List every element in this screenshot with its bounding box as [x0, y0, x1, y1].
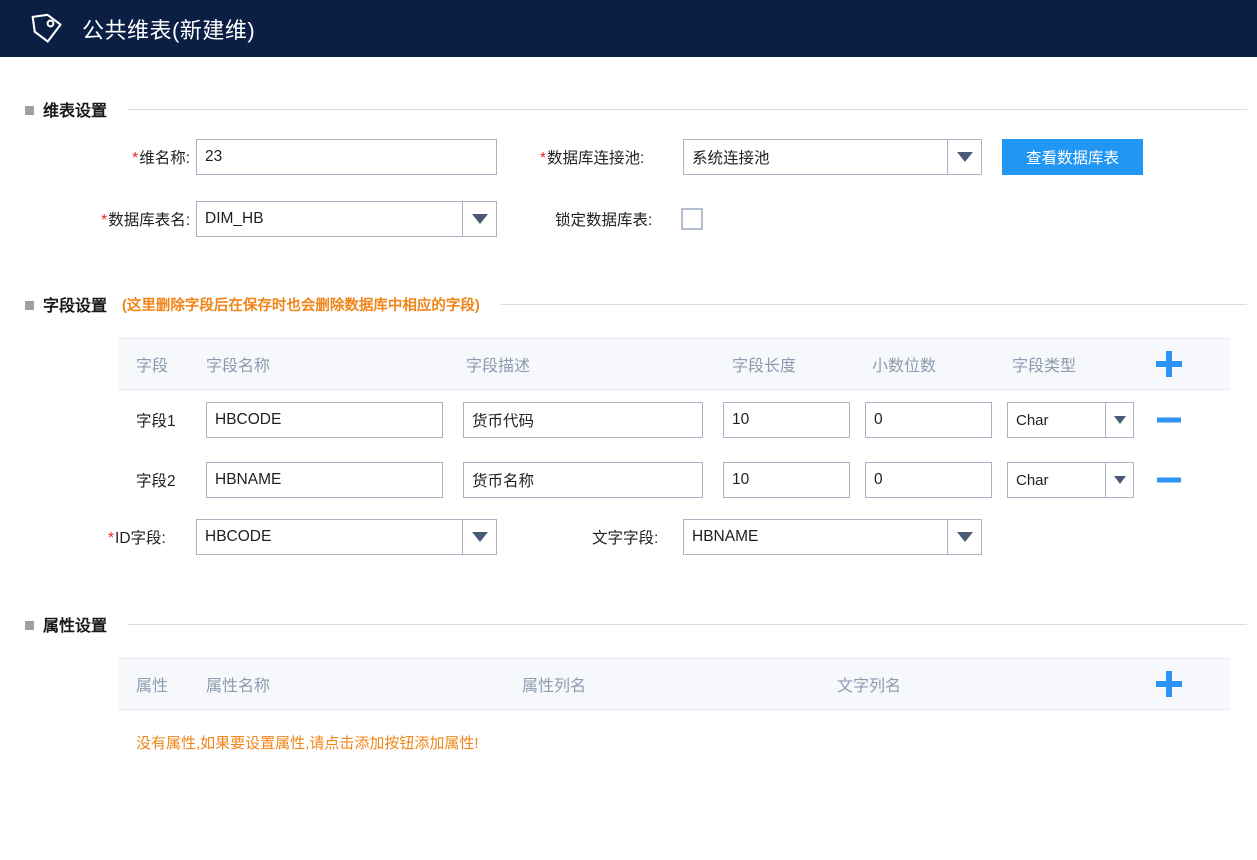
id-field-value: HBCODE	[205, 528, 272, 545]
field-row-index-label: 字段2	[136, 473, 176, 490]
db-pool-dropdown-button[interactable]	[947, 140, 981, 174]
column-header-attribute-name: 属性名称	[206, 678, 271, 695]
field-length-input[interactable]	[723, 402, 850, 438]
field-table-header-row: 字段 字段名称 字段描述 字段长度 小数位数 字段类型	[118, 338, 1230, 390]
section-title-field-settings: 字段设置	[43, 298, 108, 315]
field-row-index-label: 字段1	[136, 413, 176, 430]
column-header-field: 字段	[136, 358, 169, 375]
section-header-dim-settings: 维表设置	[0, 97, 1257, 121]
attribute-empty-message: 没有属性,如果要设置属性,请点击添加按钮添加属性!	[136, 735, 479, 752]
id-field-label: *ID字段:	[108, 530, 166, 547]
app-titlebar: 公共维表(新建维)	[0, 0, 1257, 57]
remove-field-button[interactable]	[1157, 477, 1181, 483]
db-table-name-dropdown-button[interactable]	[462, 202, 496, 236]
field-name-input[interactable]	[206, 402, 443, 438]
section-title-attr-settings: 属性设置	[43, 618, 108, 635]
field-name-input[interactable]	[206, 462, 443, 498]
form-row-tablename-lock: *数据库表名: DIM_HB 锁定数据库表:	[0, 188, 1257, 250]
field-desc-input[interactable]	[463, 402, 703, 438]
field-settings-table: 字段 字段名称 字段描述 字段长度 小数位数 字段类型 字段1 Char	[118, 338, 1230, 510]
page-title: 公共维表(新建维)	[82, 17, 256, 43]
field-length-input[interactable]	[723, 462, 850, 498]
id-field-select[interactable]: HBCODE	[196, 519, 497, 555]
column-header-attribute: 属性	[136, 678, 169, 695]
section-bullet-icon	[25, 105, 34, 115]
dim-name-label: **维名称:维名称:	[132, 150, 190, 167]
db-pool-label: *数据库连接池:	[540, 150, 645, 167]
chevron-down-icon	[1113, 416, 1126, 424]
db-table-name-select[interactable]: DIM_HB	[196, 201, 497, 237]
text-field-select[interactable]: HBNAME	[683, 519, 982, 555]
form-row-id-text-field: *ID字段: HBCODE 文字字段: HBNAME	[0, 510, 1257, 564]
add-attribute-button[interactable]	[1156, 671, 1182, 697]
field-type-select[interactable]: Char	[1007, 462, 1134, 498]
db-pool-value: 系统连接池	[692, 150, 770, 167]
section-divider	[128, 108, 1247, 110]
column-header-decimals: 小数位数	[872, 358, 937, 375]
db-table-name-value: DIM_HB	[205, 210, 264, 227]
section-bullet-icon	[25, 620, 34, 630]
page-body: 维表设置 **维名称:维名称: *数据库连接池: 系统连接池 查看数据库表 *数…	[0, 97, 1257, 753]
attribute-settings-table: 属性 属性名称 属性列名 文字列名 没有属性,如果要设置属性,请点击添加按钮添加…	[118, 658, 1230, 753]
remove-field-button[interactable]	[1157, 417, 1181, 423]
table-row: 字段2 Char	[118, 450, 1230, 510]
column-header-text-col: 文字列名	[837, 678, 902, 695]
column-header-field-name: 字段名称	[206, 358, 271, 375]
lock-table-checkbox[interactable]	[681, 208, 703, 230]
tag-icon	[31, 13, 62, 43]
db-table-name-label: *数据库表名:	[101, 212, 190, 229]
attribute-table-header-row: 属性 属性名称 属性列名 文字列名	[118, 658, 1230, 710]
section-divider	[500, 303, 1247, 305]
field-type-value: Char	[1016, 411, 1049, 429]
section-header-attr-settings: 属性设置	[0, 612, 1257, 636]
column-header-field-desc: 字段描述	[466, 358, 531, 375]
add-field-button[interactable]	[1156, 351, 1182, 377]
column-header-field-length: 字段长度	[732, 358, 797, 375]
text-field-dropdown-button[interactable]	[947, 520, 981, 554]
text-field-label: 文字字段:	[592, 530, 659, 547]
view-database-table-button[interactable]: 查看数据库表	[1002, 139, 1143, 175]
field-type-select[interactable]: Char	[1007, 402, 1134, 438]
field-type-value: Char	[1016, 471, 1049, 489]
chevron-down-icon	[956, 532, 973, 542]
chevron-down-icon	[1113, 476, 1126, 484]
chevron-down-icon	[471, 532, 488, 542]
section-title-dim-settings: 维表设置	[43, 103, 108, 120]
column-header-attribute-col: 属性列名	[522, 678, 587, 695]
field-decimals-input[interactable]	[865, 402, 992, 438]
section-bullet-icon	[25, 300, 34, 310]
field-type-dropdown-button[interactable]	[1105, 403, 1133, 437]
table-row: 字段1 Char	[118, 390, 1230, 450]
column-header-field-type: 字段类型	[1012, 358, 1077, 375]
section-header-field-settings: 字段设置 (这里删除字段后在保存时也会删除数据库中相应的字段)	[0, 292, 1257, 316]
dim-name-input[interactable]	[196, 139, 497, 175]
field-decimals-input[interactable]	[865, 462, 992, 498]
db-pool-select[interactable]: 系统连接池	[683, 139, 982, 175]
field-desc-input[interactable]	[463, 462, 703, 498]
field-type-dropdown-button[interactable]	[1105, 463, 1133, 497]
section-divider	[128, 623, 1247, 625]
form-row-name-pool: **维名称:维名称: *数据库连接池: 系统连接池 查看数据库表	[0, 126, 1257, 188]
chevron-down-icon	[471, 214, 488, 224]
chevron-down-icon	[956, 152, 973, 162]
text-field-value: HBNAME	[692, 528, 759, 545]
lock-table-label: 锁定数据库表:	[555, 212, 653, 229]
section-note-field-settings: (这里删除字段后在保存时也会删除数据库中相应的字段)	[122, 297, 480, 314]
id-field-dropdown-button[interactable]	[462, 520, 496, 554]
